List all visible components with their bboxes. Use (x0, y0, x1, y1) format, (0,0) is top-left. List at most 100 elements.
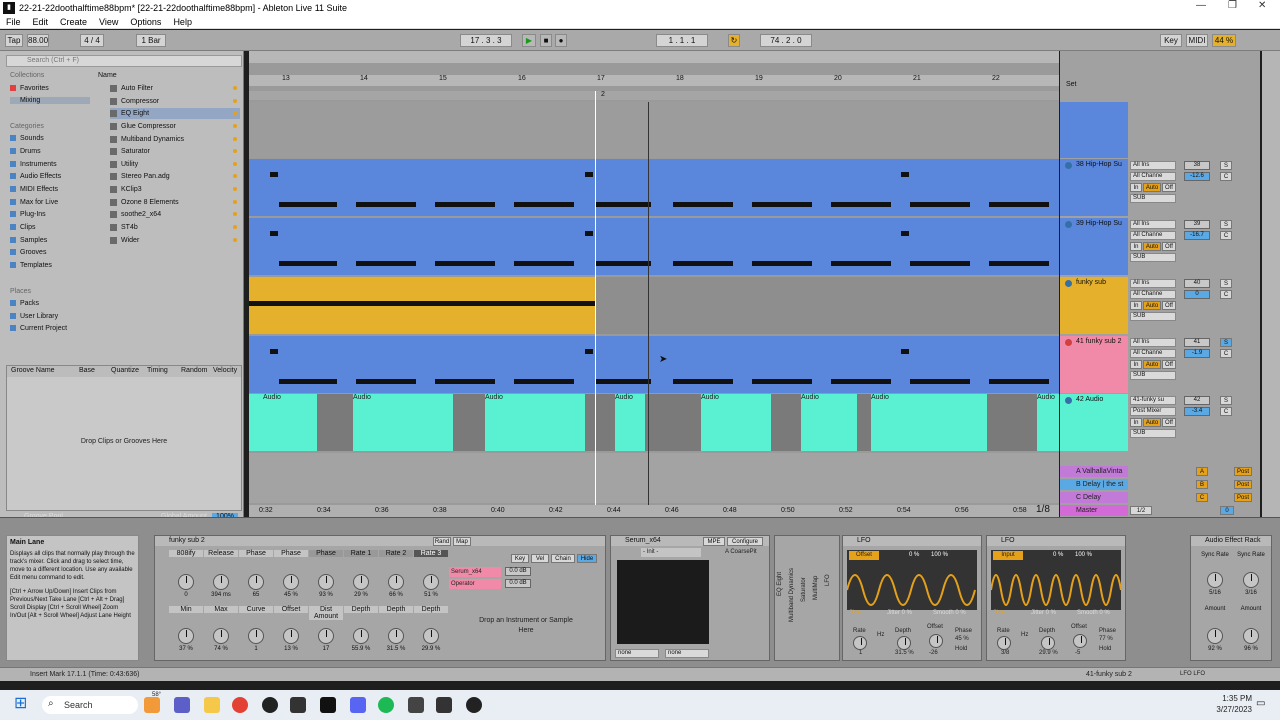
category-drums[interactable]: Drums (10, 148, 41, 155)
fold-icon[interactable] (1065, 397, 1072, 404)
tap-button[interactable]: Tap (5, 34, 23, 47)
macro-knob[interactable] (353, 628, 369, 644)
monitor-in-button[interactable]: In (1130, 360, 1142, 369)
track-number[interactable]: 40 (1184, 279, 1210, 288)
macro-knob[interactable] (178, 574, 194, 590)
volume-field[interactable]: -12.6 (1184, 172, 1210, 181)
input-channel-select[interactable]: All Channe (1130, 172, 1176, 181)
windows-start-icon[interactable]: ⊞ (14, 696, 30, 712)
lfo-wave[interactable]: Sine (993, 610, 1005, 616)
return-lanes[interactable] (249, 453, 1059, 503)
track-header-funky-sub[interactable]: funky sub (1060, 277, 1128, 334)
app-icon[interactable] (262, 697, 278, 713)
lfo-hold-button[interactable]: Hold (955, 646, 967, 652)
loop-brace[interactable]: 2 (249, 91, 1059, 100)
place-packs[interactable]: Packs (10, 300, 39, 307)
track-number[interactable]: 39 (1184, 220, 1210, 229)
pan-field[interactable]: C (1220, 172, 1232, 181)
app3-icon[interactable] (436, 697, 452, 713)
tempo-field[interactable]: 88.00 (27, 34, 49, 47)
category-grooves[interactable]: Grooves (10, 249, 46, 256)
track-lane-41[interactable] (249, 336, 1059, 393)
macro-knob[interactable] (1243, 572, 1259, 588)
notification-icon[interactable]: ▭ (1256, 698, 1265, 709)
track-header-38[interactable]: 38 Hip-Hop Su (1060, 159, 1128, 216)
track-lane-top[interactable] (249, 102, 1059, 158)
menu-create[interactable]: Create (60, 17, 87, 27)
serum-device[interactable]: Serum_x64 MPE Configure - Init - A Coars… (610, 535, 770, 661)
audio-clip[interactable]: Audio (249, 394, 317, 451)
input-channel-select[interactable]: All Channe (1130, 349, 1176, 358)
menu-view[interactable]: View (99, 17, 118, 27)
menu-help[interactable]: Help (173, 17, 192, 27)
chrome-icon[interactable] (232, 697, 248, 713)
output-select[interactable]: SUB (1130, 429, 1176, 438)
category-clips[interactable]: Clips (10, 224, 36, 231)
category-instruments[interactable]: Instruments (10, 161, 57, 168)
chain-operator[interactable]: Operator (449, 579, 501, 589)
category-plug-ins[interactable]: Plug-Ins (10, 211, 46, 218)
input-channel-select[interactable]: Post Mixer (1130, 407, 1176, 416)
configure-button[interactable]: Configure (727, 537, 763, 546)
browser-item[interactable]: KClip3 (110, 184, 240, 195)
collection-mixing[interactable]: Mixing (10, 97, 90, 104)
browser-item[interactable]: Glue Compressor (110, 121, 240, 132)
record-icon[interactable]: ● (555, 34, 567, 47)
menu-options[interactable]: Options (130, 17, 161, 27)
fold-icon[interactable] (1065, 280, 1072, 287)
browser-item[interactable]: Utility (110, 159, 240, 170)
macro-knob[interactable] (283, 628, 299, 644)
mpe-button[interactable]: MPE (703, 537, 725, 546)
track-header-39[interactable]: 39 Hip-Hop Su (1060, 218, 1128, 275)
lfo-offset-knob[interactable] (929, 634, 943, 648)
fx-lfo[interactable]: LFO (825, 574, 831, 586)
browser-item[interactable]: Auto Filter (110, 83, 240, 94)
output-select[interactable]: SUB (1130, 312, 1176, 321)
master-cue-select[interactable]: 1/2 (1130, 506, 1152, 515)
send-b-button[interactable]: B (1196, 480, 1208, 489)
stop-icon[interactable]: ■ (540, 34, 552, 47)
input-channel-select[interactable]: All Channe (1130, 290, 1176, 299)
track-number[interactable]: 38 (1184, 161, 1210, 170)
audio-clip[interactable]: Audio (701, 394, 771, 451)
macro-knob[interactable] (213, 574, 229, 590)
lfo-smooth[interactable]: Smooth 0 % (1077, 610, 1110, 616)
fx-multiband[interactable]: Multiband Dynamics (789, 568, 795, 622)
solo-button[interactable]: S (1220, 161, 1232, 170)
return-track-c[interactable]: C Delay (1060, 492, 1128, 503)
macro-knob[interactable] (283, 574, 299, 590)
chain-volume[interactable]: 0.0 dB (505, 567, 531, 576)
play-icon[interactable]: ▶ (522, 34, 536, 47)
time-signature[interactable]: 4 / 4 (80, 34, 104, 47)
track-lane-39[interactable] (249, 218, 1059, 275)
macro-knob[interactable] (1207, 572, 1223, 588)
menu-file[interactable]: File (6, 17, 21, 27)
lfo-jitter[interactable]: Jitter 0 % (1031, 610, 1056, 616)
lfo-hz-button[interactable]: Hz (877, 632, 884, 638)
clock-date[interactable]: 3/27/2023 (1212, 705, 1252, 714)
track-lane-42-audio[interactable]: Audio Audio Audio Audio Audio Audio Audi… (249, 394, 1059, 451)
browser-item[interactable]: Multiband Dynamics (110, 134, 240, 145)
audio-clip[interactable]: Audio (801, 394, 857, 451)
lfo-rate-knob[interactable] (853, 636, 867, 650)
monitor-auto-button[interactable]: Auto (1143, 418, 1161, 427)
output-select[interactable]: SUB (1130, 253, 1176, 262)
track-name[interactable]: funky sub (1060, 277, 1128, 289)
fold-icon[interactable] (1065, 339, 1072, 346)
lfo-depth-knob[interactable] (1041, 636, 1055, 650)
chain-volume[interactable]: 0.0 dB (505, 579, 531, 588)
lfo-hold-button[interactable]: Hold (1099, 646, 1111, 652)
input-type-select[interactable]: All Ins (1130, 338, 1176, 347)
lfo-title[interactable]: LFO (987, 536, 1125, 546)
output-select[interactable]: SUB (1130, 194, 1176, 203)
category-max-for-live[interactable]: Max for Live (10, 199, 58, 206)
track-header-top[interactable] (1060, 102, 1128, 158)
rand-button[interactable]: Rand (433, 537, 451, 546)
browser-item[interactable]: Ozone 8 Elements (110, 197, 240, 208)
monitor-off-button[interactable]: Off (1162, 183, 1176, 192)
monitor-auto-button[interactable]: Auto (1143, 301, 1161, 310)
lfo-rate-knob[interactable] (997, 636, 1011, 650)
hide-button[interactable]: Hide (577, 554, 597, 563)
input-type-select[interactable]: All Ins (1130, 220, 1176, 229)
ableton-live-icon[interactable] (320, 697, 336, 713)
